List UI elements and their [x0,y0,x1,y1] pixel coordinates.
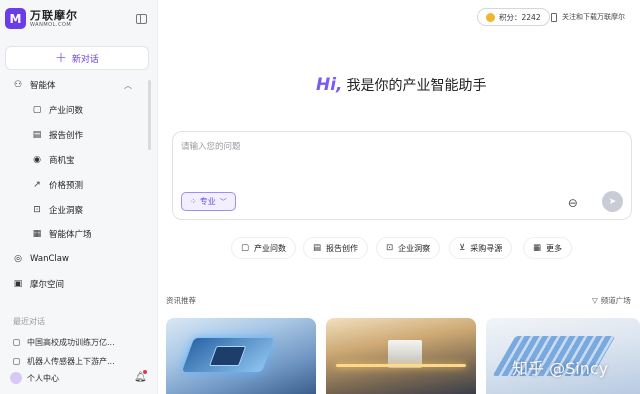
chat-icon: ▢ [241,243,250,253]
coin-icon [486,12,495,22]
news-card[interactable] [166,318,316,394]
chat-icon [13,339,20,346]
brand-name: 万联摩尔 [30,8,78,22]
sidebar: M 万联摩尔 WANMOL.COM + 新对话 ⚇ 智能体 ︿ ▢ 产业问数 ▤… [0,0,158,394]
sidebar-item-price-forecast[interactable]: ↗ 价格预测 [0,175,150,195]
points-badge[interactable]: 积分： 2242 [477,8,550,26]
new-chat-label: 新对话 [71,54,99,65]
quick-action-enterprise-insight[interactable]: ⊡ 企业洞察 [376,237,441,259]
sidebar-scrollbar[interactable] [148,80,151,150]
sidebar-item-opportunity[interactable]: ◉ 商机宝 [0,150,150,170]
agent-icon: ⚇ [13,80,23,90]
sidebar-collapse-icon[interactable] [136,14,147,24]
news-section-title: 资讯推荐 [166,296,196,305]
brand-logo[interactable]: M 万联摩尔 WANMOL.COM [5,8,78,29]
chat-icon [13,358,20,365]
grid-icon: ▦ [32,229,42,239]
send-button[interactable]: ➤ [602,191,623,212]
ai-chip-image [181,338,275,372]
phone-icon [551,12,557,22]
report-icon: ▤ [313,243,322,253]
chat-input-box: ⁘ 专业 ﹀ ⊘ ➤ [172,131,632,220]
logo-mark-icon: M [5,8,26,29]
brand-domain: WANMOL.COM [30,21,72,28]
recent-header: 最近对话 [13,317,45,326]
plus-icon: + [55,50,67,66]
page-title: Hi, 我是你的产业智能助手 [316,75,487,95]
sidebar-item-wanclaw[interactable]: ◎ WanClaw [0,249,150,269]
mode-icon: ⁘ [190,197,197,206]
question-input[interactable] [181,140,581,170]
sidebar-item-moore-space[interactable]: ▣ 摩尔空间 [0,274,150,294]
sidebar-item-agents[interactable]: ⚇ 智能体 ︿ [0,75,150,95]
light-streak-image [336,364,466,367]
location-icon: ◉ [33,155,41,165]
attachment-icon[interactable]: ⊘ [565,194,582,211]
claw-icon: ◎ [14,254,22,264]
new-chat-button[interactable]: + 新对话 [5,46,149,70]
sidebar-item-enterprise-insight[interactable]: ⊡ 企业洞察 [0,200,150,220]
quick-action-more[interactable]: ▦ 更多 [523,237,573,259]
space-icon: ▣ [13,279,23,289]
download-app-link[interactable]: 关注和下载万联摩尔 [551,12,625,22]
user-center[interactable]: 个人中心 [10,372,59,384]
quick-action-report[interactable]: ▤ 报告创作 [303,237,369,259]
sidebar-item-report[interactable]: ▤ 报告创作 [0,125,150,145]
filter-icon: ▽ [592,296,598,305]
sidebar-item-agent-square[interactable]: ▦ 智能体广场 [0,224,150,244]
cart-icon: ⊻ [459,243,466,253]
grid-icon: ▦ [533,243,542,253]
recent-item[interactable]: 中国高校成功训练万亿... [13,337,143,348]
recent-item[interactable]: 机器人传感器上下游产... [13,356,143,367]
chevron-down-icon: ﹀ [219,197,227,206]
insight-icon: ⊡ [386,243,394,253]
trend-icon: ↗ [33,180,41,190]
watermark: 知乎 @Sincy [512,359,609,378]
avatar [10,372,22,384]
notification-dot [143,370,147,374]
points-value: 2242 [521,12,541,22]
news-card[interactable] [326,318,476,394]
sidebar-item-industry-query[interactable]: ▢ 产业问数 [0,100,150,120]
insight-icon: ⊡ [33,205,41,215]
report-icon: ▤ [32,130,42,140]
quick-action-sourcing[interactable]: ⊻ 采购寻源 [449,237,513,259]
chat-icon: ▢ [32,105,42,115]
chevron-up-icon[interactable]: ︿ [124,80,132,91]
mode-selector[interactable]: ⁘ 专业 ﹀ [181,192,236,211]
send-icon: ➤ [608,196,617,207]
channel-square-link[interactable]: ▽ 频道广场 [592,295,631,306]
quick-action-industry-query[interactable]: ▢ 产业问数 [231,237,297,259]
